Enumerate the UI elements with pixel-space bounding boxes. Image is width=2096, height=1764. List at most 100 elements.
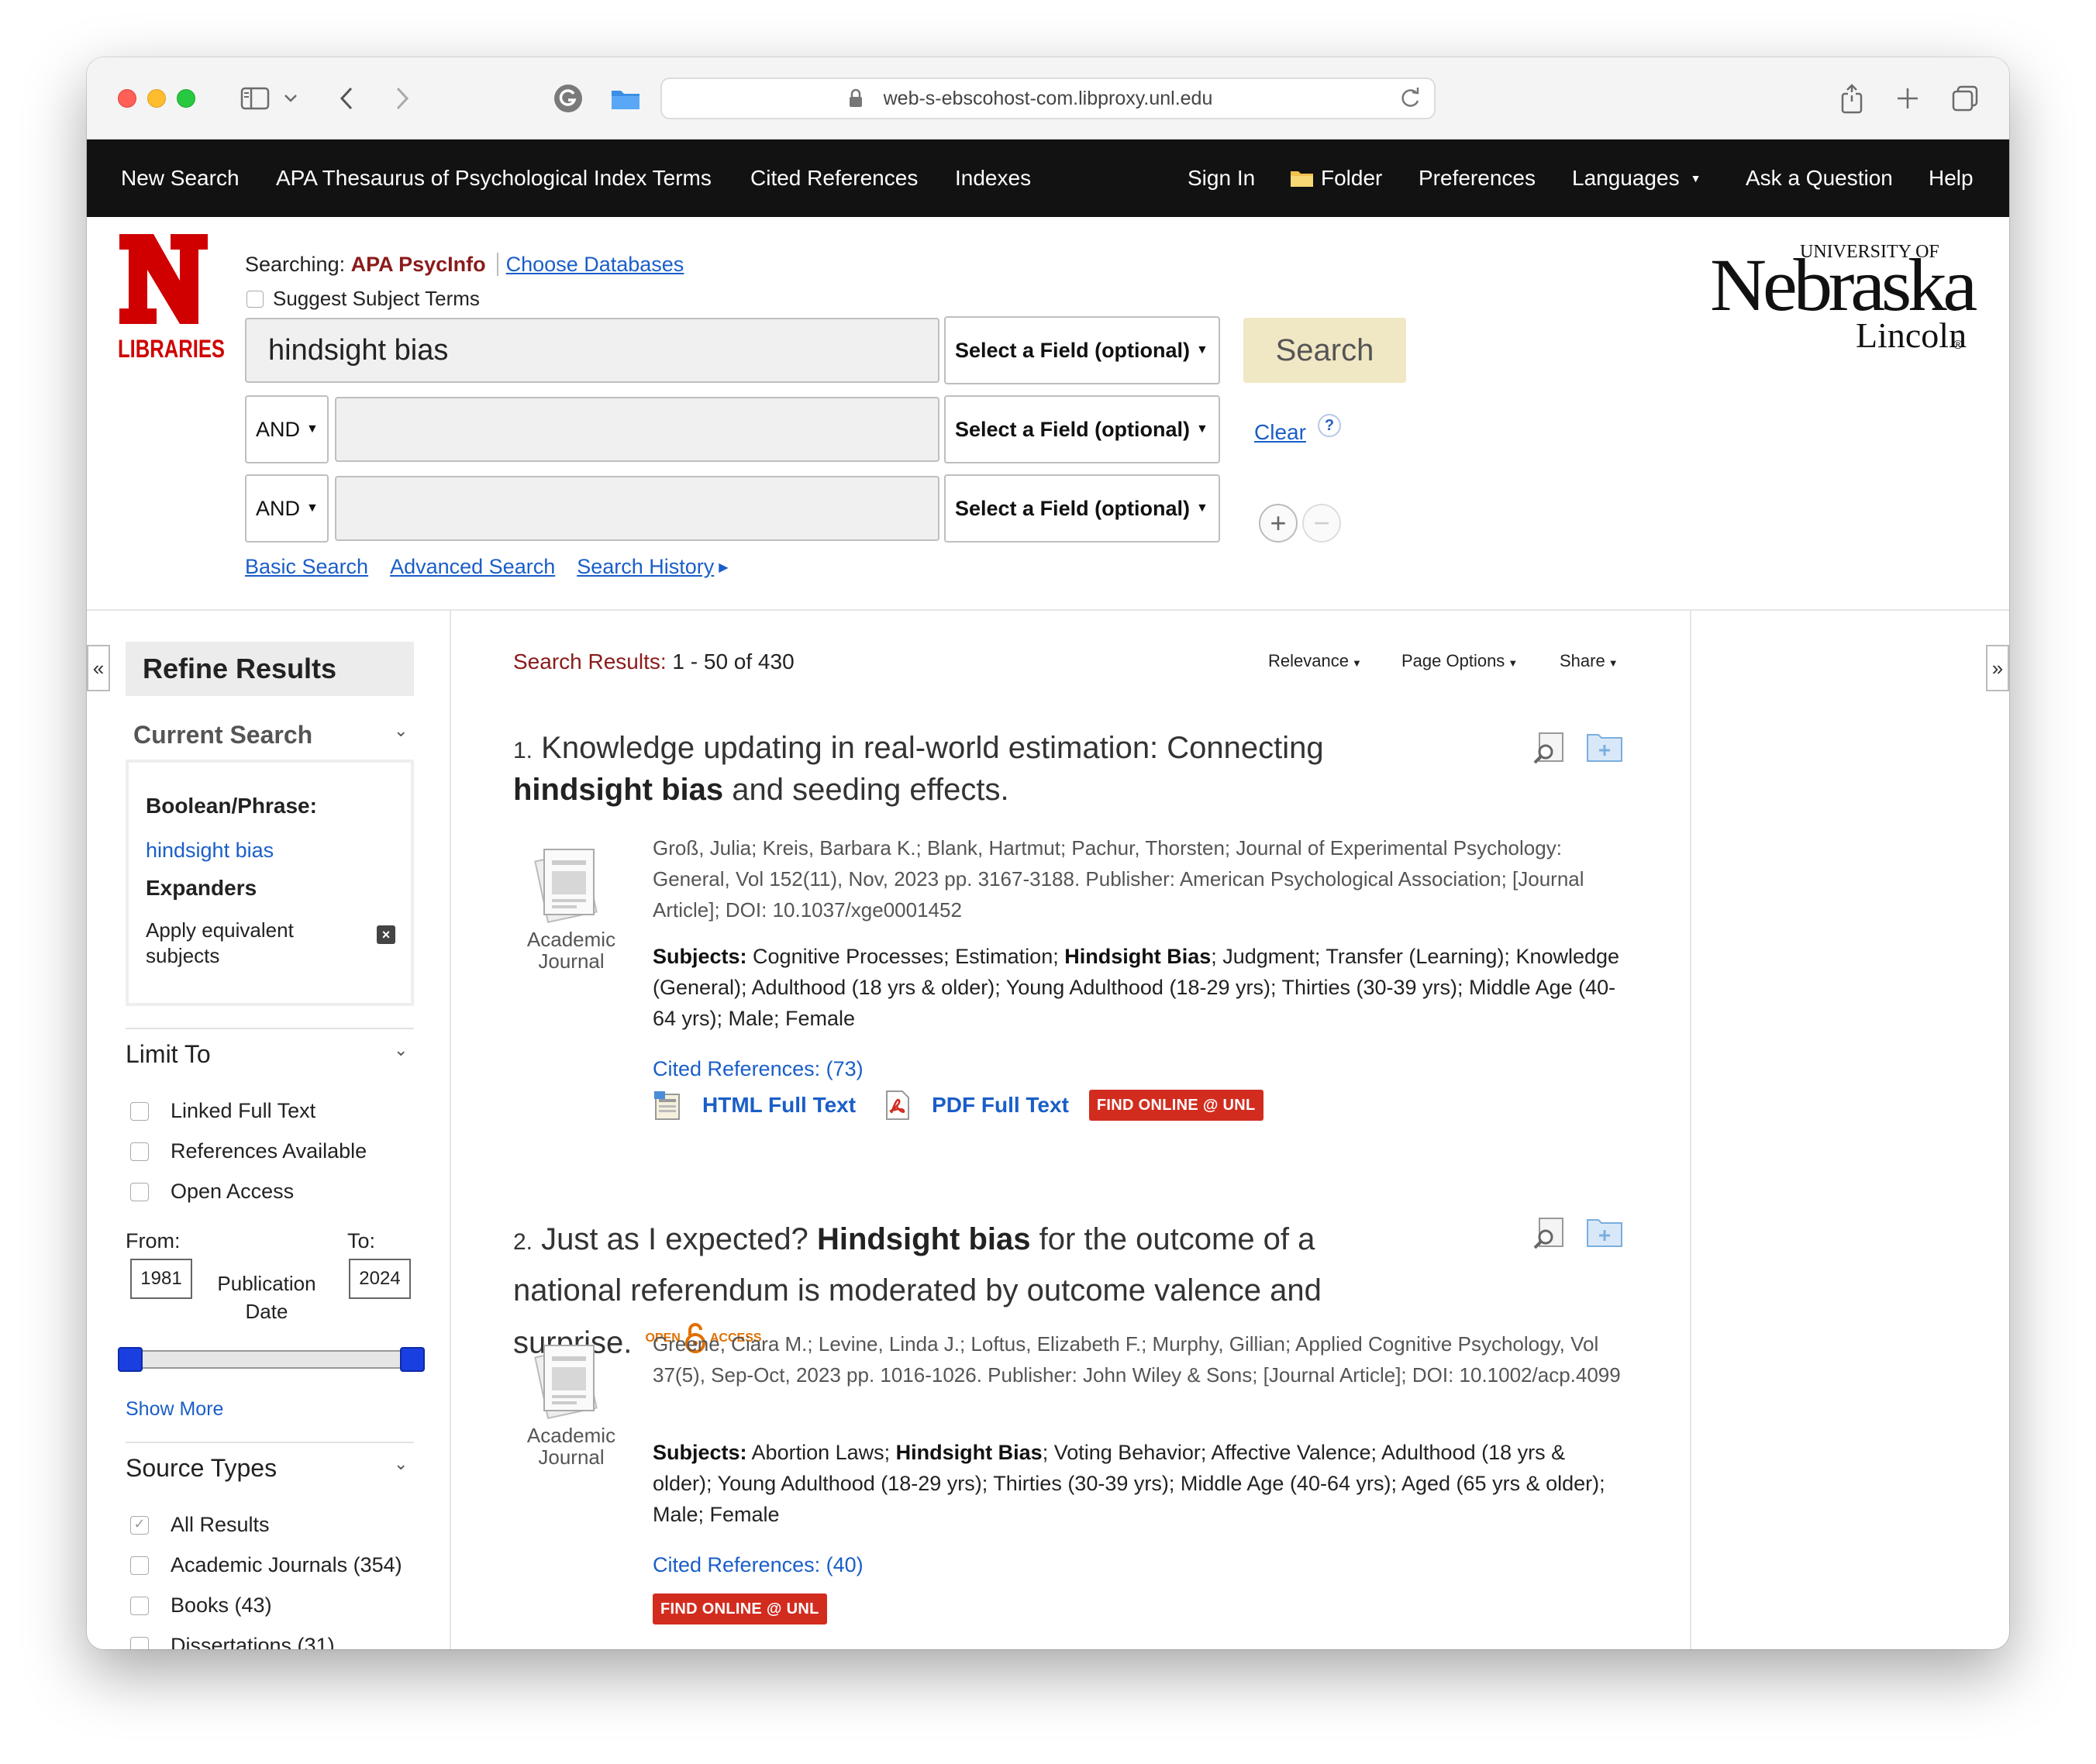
chevron-down-icon[interactable]: ⌄	[394, 1454, 408, 1474]
new-tab-icon[interactable]	[1890, 81, 1925, 116]
reload-icon[interactable]	[1398, 85, 1422, 115]
slider-max-handle[interactable]	[400, 1347, 425, 1372]
zoom-window-button[interactable]	[177, 89, 195, 108]
slider-min-handle[interactable]	[118, 1347, 143, 1372]
checkbox[interactable]	[130, 1182, 149, 1201]
search-history-link[interactable]: Search History ▶	[577, 555, 728, 579]
tab-overview-icon[interactable]	[1947, 81, 1983, 116]
clear-link[interactable]: Clear	[1254, 420, 1306, 445]
current-search-heading[interactable]: Current Search	[133, 721, 312, 749]
nav-indexes[interactable]: Indexes	[955, 166, 1031, 191]
advanced-search-link[interactable]: Advanced Search	[390, 555, 555, 579]
chevron-down-icon[interactable]: ⌄	[394, 721, 408, 741]
pdf-full-text-link[interactable]: PDF Full Text	[932, 1093, 1069, 1118]
show-more-link[interactable]: Show More	[126, 1398, 223, 1421]
source-academic-journals[interactable]: Academic Journals (354)	[130, 1553, 402, 1577]
sidebar-toggle-icon[interactable]	[237, 81, 273, 116]
html-full-text-link[interactable]: HTML Full Text	[702, 1093, 856, 1118]
checkbox[interactable]	[130, 1142, 149, 1161]
to-year-input[interactable]: 2024	[349, 1259, 411, 1299]
checkbox[interactable]	[130, 1636, 149, 1649]
collapse-right-button[interactable]: »	[1986, 645, 2009, 691]
preview-magnifier-icon[interactable]	[1532, 1217, 1566, 1249]
address-bar[interactable]: web-s-ebscohost-com.libproxy.unl.edu	[660, 78, 1436, 119]
limit-to-heading[interactable]: Limit To	[126, 1040, 211, 1069]
add-to-folder-icon[interactable]	[1586, 732, 1623, 763]
date-range-slider[interactable]	[130, 1350, 415, 1369]
nav-new-search[interactable]: New Search	[121, 166, 240, 191]
basic-search-link[interactable]: Basic Search	[245, 555, 368, 579]
share-dropdown[interactable]: Share ▼	[1560, 651, 1619, 671]
limit-open-access[interactable]: Open Access	[130, 1180, 294, 1204]
from-label: From:	[126, 1229, 181, 1252]
nav-preferences[interactable]: Preferences	[1419, 166, 1536, 191]
field-select-1[interactable]: Select a Field (optional) ▼	[944, 316, 1220, 384]
title-highlight: Hindsight bias	[816, 1222, 1031, 1256]
find-online-unl-button[interactable]: FIND ONLINE @ UNL	[1088, 1090, 1263, 1121]
boolean-phrase-label: Boolean/Phrase:	[146, 794, 317, 818]
close-window-button[interactable]	[118, 89, 136, 108]
chevron-down-icon[interactable]: ⌄	[394, 1040, 408, 1060]
search-input-1[interactable]: hindsight bias	[245, 318, 939, 383]
nav-languages[interactable]: Languages ▼	[1572, 166, 1701, 191]
chevron-down-icon[interactable]	[273, 81, 309, 116]
nav-help[interactable]: Help	[1929, 166, 1974, 191]
pdf-icon[interactable]	[882, 1090, 913, 1121]
help-question-icon[interactable]: ?	[1318, 414, 1341, 437]
forward-arrow-icon[interactable]	[384, 81, 420, 116]
search-input-3[interactable]	[335, 476, 939, 541]
remove-expander-icon[interactable]: ×	[377, 925, 395, 944]
limit-references-available[interactable]: References Available	[130, 1139, 367, 1163]
extension-g-icon[interactable]	[550, 81, 586, 116]
back-arrow-icon[interactable]	[329, 81, 364, 116]
html-full-text-icon[interactable]	[653, 1090, 684, 1121]
result-number: 1.	[513, 738, 533, 763]
sort-relevance-dropdown[interactable]: Relevance ▼	[1268, 651, 1362, 671]
nav-apa-thesaurus[interactable]: APA Thesaurus of Psychological Index Ter…	[276, 166, 712, 191]
source-dissertations[interactable]: Dissertations (31)	[130, 1634, 335, 1649]
nav-folder-label: Folder	[1321, 166, 1383, 190]
result-2-cited-references[interactable]: Cited References: (40)	[653, 1553, 864, 1577]
suggest-subject-terms[interactable]: Suggest Subject Terms	[246, 287, 480, 311]
checkbox[interactable]	[130, 1101, 149, 1121]
limit-linked-full-text[interactable]: Linked Full Text	[130, 1099, 315, 1123]
folder-extension-icon[interactable]	[608, 81, 643, 116]
checkbox[interactable]	[130, 1596, 149, 1615]
field-select-3[interactable]: Select a Field (optional) ▼	[944, 474, 1220, 543]
nav-cited-references[interactable]: Cited References	[750, 166, 918, 191]
academic-journal-icon[interactable]	[526, 842, 611, 927]
checkbox-checked[interactable]: ✓	[130, 1515, 149, 1535]
add-row-plus-icon[interactable]: +	[1259, 504, 1298, 543]
from-year-input[interactable]: 1981	[130, 1259, 192, 1299]
source-all-results[interactable]: ✓ All Results	[130, 1513, 270, 1537]
checkbox[interactable]	[130, 1556, 149, 1575]
page-options-dropdown[interactable]: Page Options ▼	[1401, 651, 1518, 671]
nav-sign-in[interactable]: Sign In	[1188, 166, 1255, 191]
boolean-operator-3[interactable]: AND ▼	[245, 474, 329, 543]
title-part: Knowledge updating in real-world estimat…	[541, 731, 1324, 765]
search-button[interactable]: Search	[1243, 318, 1406, 383]
find-online-unl-button[interactable]: FIND ONLINE @ UNL	[653, 1593, 827, 1624]
choose-databases-link[interactable]: Choose Databases	[506, 253, 684, 276]
boolean-phrase-value[interactable]: hindsight bias	[146, 839, 274, 863]
result-1-cited-references[interactable]: Cited References: (73)	[653, 1057, 864, 1081]
remove-row-minus-icon[interactable]: −	[1302, 504, 1341, 543]
preview-magnifier-icon[interactable]	[1532, 732, 1566, 764]
boolean-operator-2[interactable]: AND ▼	[245, 395, 329, 463]
publication-date-label: Publication Date	[217, 1272, 316, 1323]
academic-journal-icon[interactable]	[526, 1338, 611, 1423]
result-1-title[interactable]: 1. Knowledge updating in real-world esti…	[513, 729, 1366, 809]
university-of-nebraska-lincoln-logo[interactable]: UNIVERSITY OF Nebraska Lincoln ®	[1707, 233, 1978, 357]
search-input-2[interactable]	[335, 397, 939, 462]
nav-ask-a-question[interactable]: Ask a Question	[1746, 166, 1893, 191]
source-types-heading[interactable]: Source Types	[126, 1454, 277, 1483]
share-icon[interactable]	[1834, 81, 1870, 116]
suggest-checkbox[interactable]	[246, 290, 264, 308]
collapse-left-button[interactable]: «	[87, 645, 110, 691]
unl-libraries-n-logo[interactable]	[116, 231, 211, 327]
minimize-window-button[interactable]	[147, 89, 166, 108]
field-select-2[interactable]: Select a Field (optional) ▼	[944, 395, 1220, 463]
nav-folder[interactable]: Folder	[1290, 166, 1382, 191]
source-books[interactable]: Books (43)	[130, 1593, 272, 1618]
add-to-folder-icon[interactable]	[1586, 1217, 1623, 1248]
